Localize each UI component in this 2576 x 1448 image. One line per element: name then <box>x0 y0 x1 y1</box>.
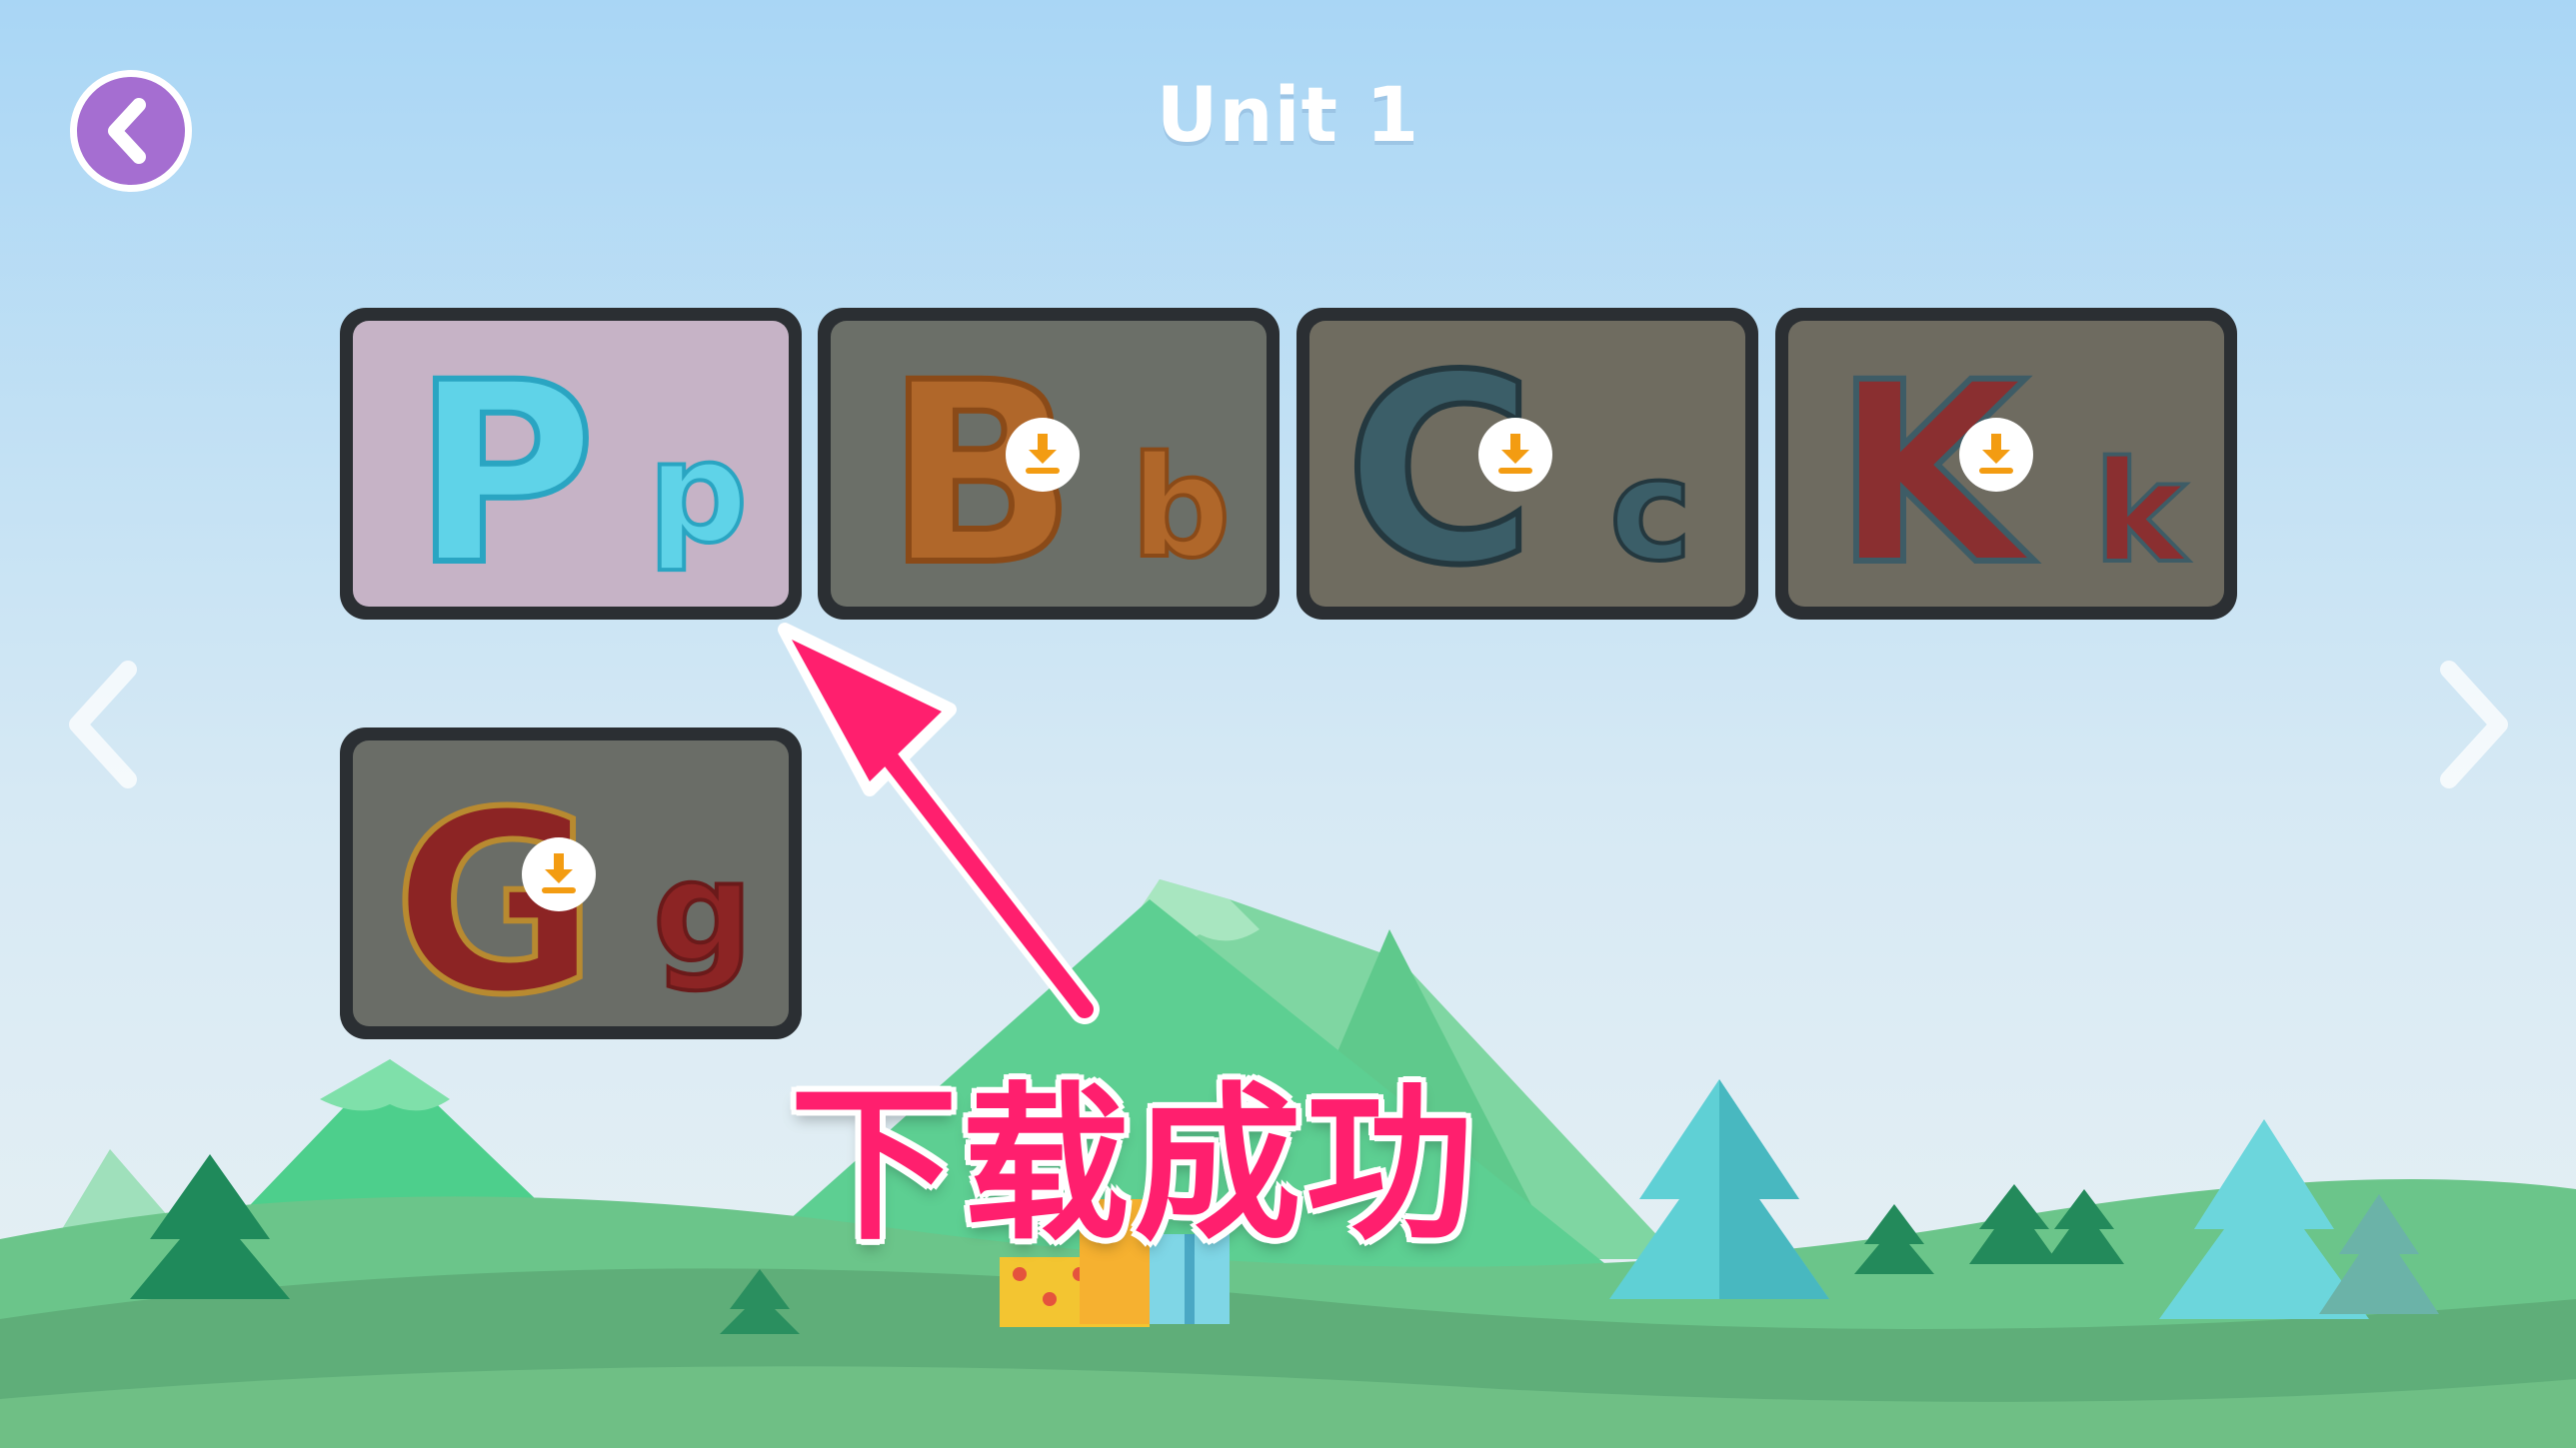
letter-card-b[interactable]: B b <box>818 308 1280 620</box>
letter-card-g[interactable]: G g <box>340 727 802 1039</box>
letter-card-p[interactable]: P p <box>340 308 802 620</box>
download-icon <box>1979 434 2013 474</box>
download-icon <box>542 853 576 893</box>
download-icon <box>1498 434 1532 474</box>
chevron-left-icon <box>108 98 146 164</box>
card-upper-letter: P <box>413 329 596 607</box>
download-button[interactable] <box>1959 418 2033 492</box>
download-success-annotation: 下载成功 <box>790 1067 1477 1263</box>
card-lower-letter: p <box>648 412 748 575</box>
card-lower-letter: g <box>653 831 753 994</box>
chevron-left-icon <box>69 661 137 788</box>
download-button[interactable] <box>1478 418 1552 492</box>
download-button[interactable] <box>1006 418 1080 492</box>
card-lower-letter: b <box>1131 427 1231 590</box>
card-face: P p <box>353 321 789 607</box>
download-icon <box>1026 434 1060 474</box>
card-lower-letter: k <box>2093 432 2189 595</box>
previous-page-button[interactable] <box>58 655 148 794</box>
chevron-right-icon <box>2440 661 2508 788</box>
next-page-button[interactable] <box>2429 655 2519 794</box>
letter-card-c[interactable]: C c <box>1296 308 1758 620</box>
back-button[interactable] <box>70 70 192 192</box>
card-lower-letter: c <box>1609 430 1692 593</box>
letter-card-k[interactable]: K k <box>1775 308 2237 620</box>
page-title: Unit 1 <box>1156 70 1420 159</box>
download-button[interactable] <box>522 837 596 911</box>
